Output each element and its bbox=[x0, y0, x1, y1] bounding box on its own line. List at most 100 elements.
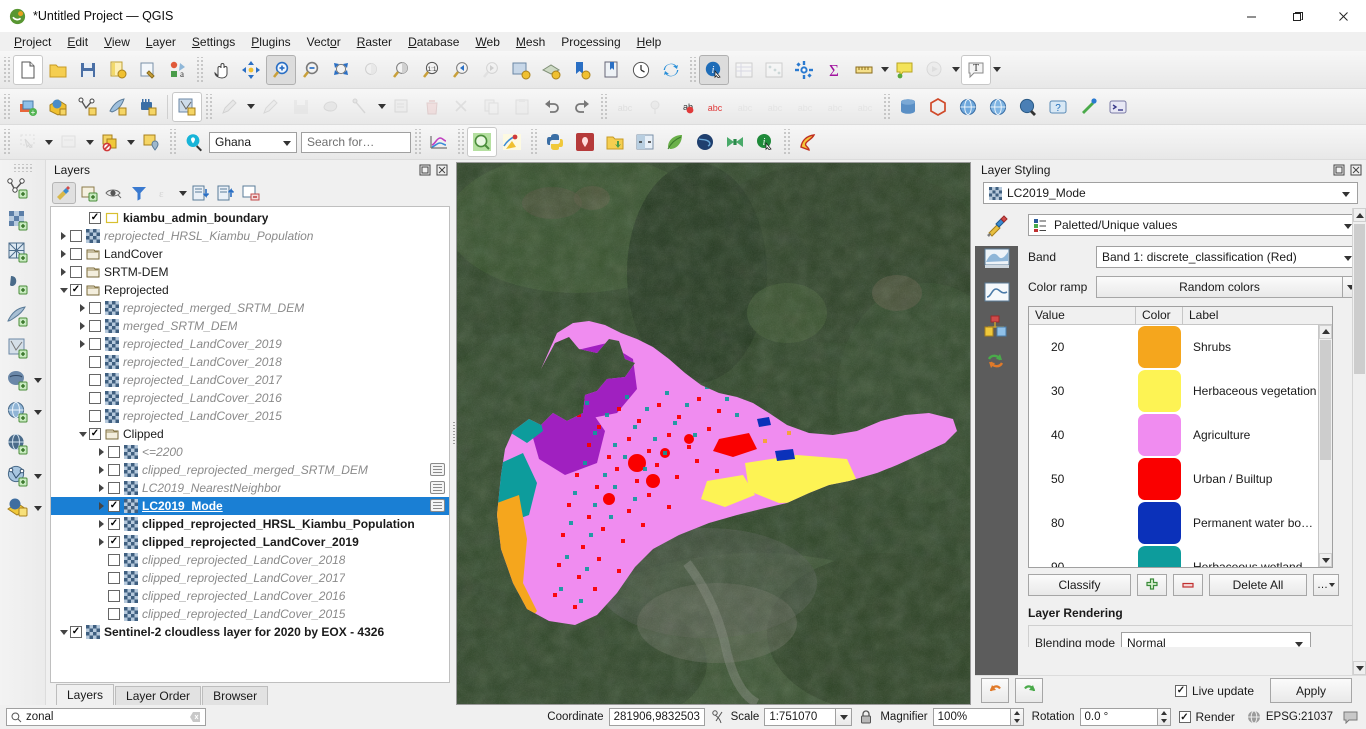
open-project-plugin-icon[interactable] bbox=[600, 127, 630, 157]
new-project-icon[interactable] bbox=[13, 54, 43, 85]
scrollbar-thumb[interactable] bbox=[1354, 224, 1365, 374]
layer-visibility-checkbox[interactable] bbox=[89, 320, 101, 332]
symbology-tab[interactable] bbox=[975, 208, 1020, 246]
layer-tree-item[interactable]: ✓ clipped_reprojected_HRSL_Kiambu_Populat… bbox=[51, 515, 449, 533]
freehand-icon[interactable] bbox=[793, 127, 823, 157]
postgis-dropdown-icon[interactable] bbox=[33, 365, 44, 395]
identify-features-icon[interactable]: i bbox=[699, 54, 729, 85]
renderer-combo[interactable]: Paletted/Unique values bbox=[1028, 214, 1360, 236]
change-label-icon[interactable]: abc bbox=[700, 92, 730, 122]
add-delimited-text-layer-icon[interactable] bbox=[103, 92, 133, 122]
layer-tree-item[interactable]: clipped_reprojected_LandCover_2015 bbox=[51, 605, 449, 623]
select-dropdown-icon[interactable] bbox=[43, 127, 54, 157]
save-project-as-icon[interactable] bbox=[103, 55, 133, 85]
class-table-row[interactable]: 30 Herbaceous vegetation bbox=[1029, 369, 1332, 413]
class-table-row[interactable]: 40 Agriculture bbox=[1029, 413, 1332, 457]
add-arcgis-layer-icon[interactable] bbox=[3, 461, 33, 491]
class-table-scrollbar[interactable] bbox=[1318, 324, 1332, 567]
more-options-button[interactable]: … bbox=[1313, 574, 1339, 596]
layer-processing-chip-icon[interactable] bbox=[430, 481, 445, 494]
add-xyz-layer-icon[interactable] bbox=[3, 493, 33, 523]
add-raster-layer-icon[interactable] bbox=[133, 92, 163, 122]
refresh-icon[interactable] bbox=[656, 55, 686, 85]
arcgis-dropdown-icon[interactable] bbox=[33, 461, 44, 491]
plugin-profile-tool-icon[interactable] bbox=[424, 127, 454, 157]
select-by-expression-icon[interactable] bbox=[95, 127, 125, 157]
layer-processing-chip-icon[interactable] bbox=[430, 463, 445, 476]
open-project-icon[interactable] bbox=[43, 55, 73, 85]
add-entry-icon[interactable] bbox=[1137, 574, 1167, 596]
chevron-right-icon[interactable] bbox=[76, 317, 89, 335]
search-input[interactable]: Search for… bbox=[301, 131, 411, 153]
class-table-row[interactable]: 80 Permanent water bo… bbox=[1029, 501, 1332, 545]
locator-input[interactable]: zonal bbox=[6, 708, 206, 726]
layer-tree-item[interactable]: ✓ Sentinel-2 cloudless layer for 2020 by … bbox=[51, 623, 449, 641]
open-attribute-table-icon[interactable] bbox=[729, 55, 759, 85]
undock-panel-icon[interactable] bbox=[418, 163, 431, 176]
scroll-down-icon[interactable] bbox=[1319, 553, 1332, 567]
delete-all-button[interactable]: Delete All bbox=[1209, 574, 1307, 596]
toolbar-grip-7[interactable] bbox=[882, 93, 891, 120]
layer-tree-item[interactable]: clipped_reprojected_LandCover_2016 bbox=[51, 587, 449, 605]
show-hide-labels-icon[interactable]: abc bbox=[820, 92, 850, 122]
layer-tree[interactable]: ✓ kiambu_admin_boundary reprojected_HRSL_K… bbox=[50, 206, 450, 683]
pyramids-tab[interactable] bbox=[982, 314, 1012, 340]
menu-raster[interactable]: Raster bbox=[349, 33, 400, 51]
layer-visibility-checkbox[interactable] bbox=[108, 590, 120, 602]
class-color-cell[interactable] bbox=[1136, 369, 1183, 412]
label-icon[interactable]: abc bbox=[610, 92, 640, 122]
toggle-extents-icon[interactable] bbox=[711, 710, 725, 724]
add-delimited-text-layer-icon[interactable] bbox=[3, 269, 33, 299]
color-swatch[interactable] bbox=[1138, 545, 1181, 567]
class-table[interactable]: Value Color Label 20 Shrubs 30 Herbaceous v… bbox=[1028, 306, 1333, 568]
add-postgis-layer-icon[interactable] bbox=[3, 365, 33, 395]
layer-visibility-checkbox[interactable] bbox=[89, 410, 101, 422]
lock-scale-icon[interactable] bbox=[860, 710, 872, 724]
menu-vector[interactable]: Vector bbox=[299, 33, 349, 51]
layer-tree-item[interactable]: reprojected_LandCover_2016 bbox=[51, 389, 449, 407]
layer-tree-item[interactable]: <=2200 bbox=[51, 443, 449, 461]
layer-visibility-checkbox[interactable] bbox=[70, 230, 82, 242]
python-icon[interactable] bbox=[540, 127, 570, 157]
measure-dropdown-icon[interactable] bbox=[879, 55, 890, 85]
select-features-icon[interactable] bbox=[13, 127, 43, 157]
delete-selected-icon[interactable] bbox=[417, 92, 447, 122]
toolbar-grip-8[interactable] bbox=[2, 129, 11, 155]
class-label[interactable]: Herbaceous wetland bbox=[1183, 560, 1302, 567]
class-color-cell[interactable] bbox=[1136, 457, 1183, 500]
chevron-down-icon[interactable] bbox=[57, 623, 70, 641]
magnifier-field[interactable]: 100% bbox=[932, 708, 1011, 726]
history-tab[interactable] bbox=[982, 348, 1012, 374]
color-ramp-button[interactable]: Random colors bbox=[1096, 276, 1343, 298]
magnifier-stepper[interactable] bbox=[1010, 708, 1024, 726]
color-swatch[interactable] bbox=[1138, 413, 1181, 456]
undock-style-panel-icon[interactable] bbox=[1332, 163, 1345, 176]
cut-features-icon[interactable] bbox=[447, 92, 477, 122]
chevron-right-icon[interactable] bbox=[76, 299, 89, 317]
class-label[interactable]: Urban / Builtup bbox=[1183, 472, 1272, 486]
menu-plugins[interactable]: Plugins bbox=[243, 33, 298, 51]
class-value[interactable]: 90 bbox=[1029, 560, 1136, 567]
chevron-right-icon[interactable] bbox=[95, 461, 108, 479]
open-layer-styling-icon[interactable] bbox=[52, 182, 76, 204]
manage-map-themes-icon[interactable] bbox=[102, 182, 126, 204]
style-layer-selector[interactable]: LC2019_Mode bbox=[983, 182, 1358, 204]
messages-icon[interactable] bbox=[1343, 710, 1358, 724]
redo-style-icon[interactable] bbox=[1015, 678, 1043, 703]
filter-expression-dropdown-icon[interactable] bbox=[177, 182, 188, 204]
layer-visibility-checkbox[interactable]: ✓ bbox=[70, 626, 82, 638]
class-value[interactable]: 20 bbox=[1029, 340, 1136, 354]
copy-features-icon[interactable] bbox=[477, 92, 507, 122]
new-text-annotation-icon[interactable]: T bbox=[961, 54, 991, 85]
left-toolbar-grip[interactable] bbox=[11, 164, 34, 172]
class-label[interactable]: Herbaceous vegetation bbox=[1183, 384, 1316, 398]
change-label-properties-icon[interactable]: abc bbox=[790, 92, 820, 122]
highlight-labels-icon[interactable]: ab bbox=[670, 92, 700, 122]
toolbar-grip-5[interactable] bbox=[204, 93, 213, 120]
collapse-all-icon[interactable] bbox=[214, 182, 238, 204]
zoom-to-layer-icon[interactable] bbox=[386, 55, 416, 85]
live-update-checkbox[interactable]: ✓ Live update bbox=[1174, 684, 1254, 698]
feature-action-dropdown-icon[interactable] bbox=[950, 55, 961, 85]
band-combo[interactable]: Band 1: discrete_classification (Red) bbox=[1096, 246, 1360, 268]
layer-visibility-checkbox[interactable] bbox=[108, 572, 120, 584]
